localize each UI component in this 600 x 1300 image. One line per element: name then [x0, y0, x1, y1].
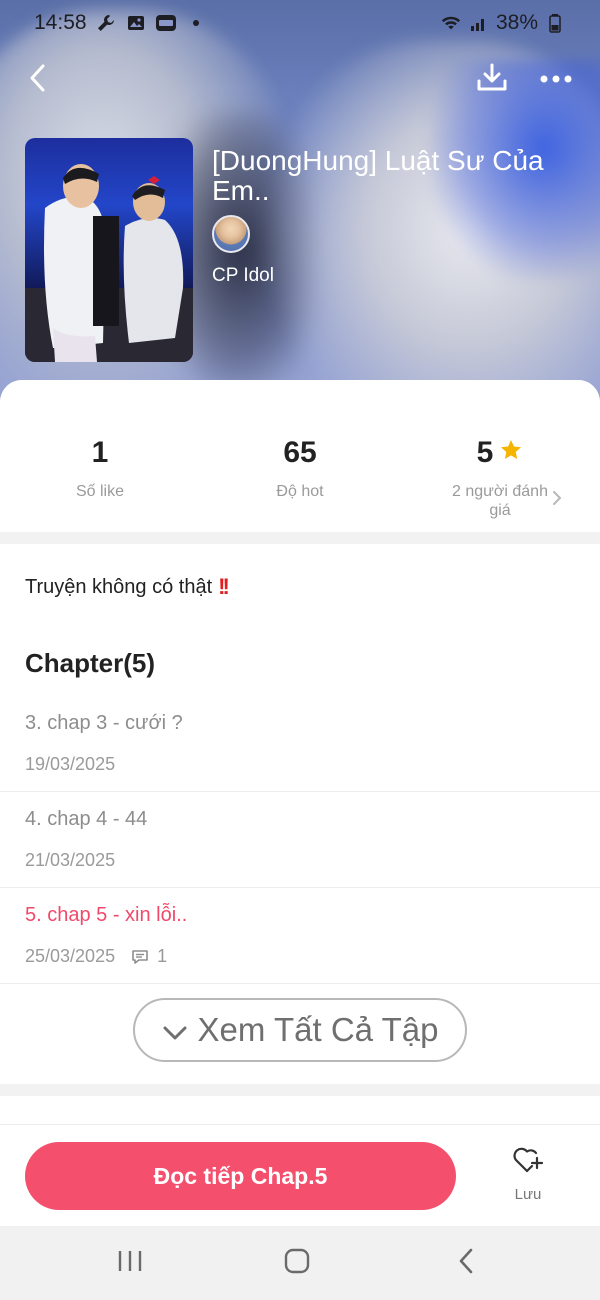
stat-rating[interactable]: 5 2 người đánh giá: [400, 436, 600, 520]
stat-likes: 1 Số like: [0, 436, 200, 501]
see-all-label: Xem Tất Cả Tập: [197, 1011, 439, 1048]
see-all-chapters-button[interactable]: Xem Tất Cả Tập: [133, 998, 467, 1062]
back-icon: [457, 1247, 475, 1280]
wifi-icon: [440, 12, 462, 34]
zalo-icon: [155, 12, 177, 34]
chapter-date: 19/03/2025: [25, 754, 116, 774]
hot-count: 65: [283, 436, 317, 469]
star-icon: [499, 436, 523, 470]
author-avatar[interactable]: [212, 215, 250, 253]
story-cover-image[interactable]: [25, 138, 193, 362]
chevron-right-icon: [552, 490, 562, 511]
back-button[interactable]: [18, 58, 58, 102]
rating-value: 5: [476, 436, 494, 469]
battery-percentage: 38%: [495, 11, 538, 34]
author-name[interactable]: CP Idol: [212, 265, 274, 287]
chapter-item-current[interactable]: 5. chap 5 - xin lỗi.. 25/03/2025 1: [0, 888, 600, 984]
chapter-date: 25/03/2025: [25, 946, 116, 966]
download-icon: [475, 61, 509, 100]
likes-label: Số like: [75, 483, 125, 500]
double-exclamation-icon: !!: [218, 574, 230, 599]
wrench-icon: [95, 12, 117, 34]
story-header-background: 14:58 38% [DuongHung] Luật Sư Của Em.. C…: [0, 0, 600, 420]
description-text: Truyện không có thật: [25, 575, 213, 598]
rating-label: 2 người đánh giá: [452, 483, 548, 519]
recent-apps-icon: [117, 1249, 143, 1278]
more-horizontal-icon: [539, 71, 573, 89]
likes-count: 1: [91, 436, 109, 469]
chapter-title: 4. chap 4 - 44: [25, 808, 148, 830]
system-navigation-bar: [0, 1226, 600, 1300]
chevron-left-icon: [26, 63, 50, 98]
system-back-button[interactable]: [436, 1242, 496, 1284]
rating-value-wrap: 5: [477, 436, 524, 470]
chapter-meta: 25/03/2025 1: [25, 946, 167, 967]
download-button[interactable]: [470, 58, 514, 102]
story-description: Truyện không có thật !!: [25, 574, 230, 600]
gallery-icon: [125, 12, 147, 34]
signal-icon: [468, 12, 490, 34]
story-title: [DuongHung] Luật Sư Của Em..: [212, 145, 544, 206]
comment-count: 1: [157, 946, 168, 966]
heart-plus-icon: [511, 1145, 545, 1180]
home-button[interactable]: [267, 1242, 327, 1284]
more-options-button[interactable]: [534, 58, 578, 102]
chapter-title: 5. chap 5 - xin lỗi..: [25, 904, 188, 926]
home-icon: [283, 1247, 311, 1280]
comment-icon: [131, 949, 149, 965]
notification-dot-icon: [185, 12, 207, 34]
top-toolbar: [0, 56, 600, 104]
chapter-item[interactable]: 3. chap 3 - cưới ? 19/03/2025: [0, 696, 600, 792]
hot-label: Độ hot: [276, 483, 324, 500]
bottom-action-bar: Đọc tiếp Chap.5 Lưu: [0, 1124, 600, 1226]
chevron-down-icon: [162, 1011, 188, 1049]
chapter-section: Truyện không có thật !! Chapter(5) 3. ch…: [0, 544, 600, 1084]
recent-apps-button[interactable]: [100, 1242, 160, 1284]
status-time: 14:58: [34, 11, 87, 34]
chapter-heading: Chapter(5): [25, 648, 156, 678]
chapter-item[interactable]: 4. chap 4 - 44 21/03/2025: [0, 792, 600, 888]
stats-row: 1 Số like 65 Độ hot 5 2 người đánh giá: [0, 380, 600, 532]
save-button[interactable]: Lưu: [490, 1145, 566, 1211]
continue-reading-button[interactable]: Đọc tiếp Chap.5: [25, 1142, 456, 1210]
save-label: Lưu: [514, 1186, 542, 1203]
chapter-date: 21/03/2025: [25, 850, 116, 870]
battery-icon: [544, 12, 566, 34]
stat-hot: 65 Độ hot: [200, 436, 400, 501]
chapter-title: 3. chap 3 - cưới ?: [25, 712, 183, 734]
status-bar: 14:58 38%: [0, 0, 600, 46]
